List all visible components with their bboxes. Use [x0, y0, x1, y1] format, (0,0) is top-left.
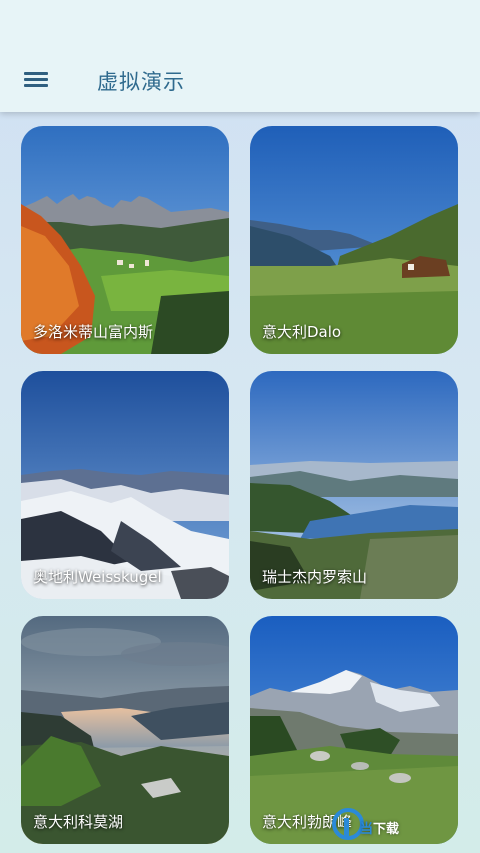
- generoso-photo: [250, 371, 458, 599]
- card-caption: 意大利科莫湖: [33, 813, 124, 831]
- como-photo: [21, 616, 229, 844]
- card-caption: 意大利Dalo: [262, 323, 342, 341]
- menu-line: [24, 72, 48, 75]
- watermark-text-a: 当: [360, 822, 374, 837]
- app-bar: 虚拟演示: [0, 0, 480, 112]
- watermark-text: 当下载: [360, 818, 399, 837]
- card-caption: 多洛米蒂山富内斯: [33, 323, 154, 341]
- menu-line: [24, 78, 48, 81]
- card-caption: 奥地利Weisskugel: [33, 568, 162, 586]
- watermark-text-b: 下载: [373, 822, 400, 837]
- scene-card-como[interactable]: 意大利科莫湖: [21, 616, 229, 844]
- scene-card-dalo[interactable]: 意大利Dalo: [250, 126, 458, 354]
- menu-line: [24, 84, 48, 87]
- page-title: 虚拟演示: [97, 70, 185, 94]
- weisskugel-photo: [21, 371, 229, 599]
- card-caption: 瑞士杰内罗索山: [262, 568, 368, 586]
- scene-card-weisskugel[interactable]: 奥地利Weisskugel: [21, 371, 229, 599]
- site-watermark: 当下载: [332, 806, 480, 846]
- dalo-photo: [250, 126, 458, 354]
- scene-card-dolomites[interactable]: 多洛米蒂山富内斯: [21, 126, 229, 354]
- scene-card-generoso[interactable]: 瑞士杰内罗索山: [250, 371, 458, 599]
- hamburger-menu-icon[interactable]: [24, 70, 50, 92]
- dolomites-photo: [21, 126, 229, 354]
